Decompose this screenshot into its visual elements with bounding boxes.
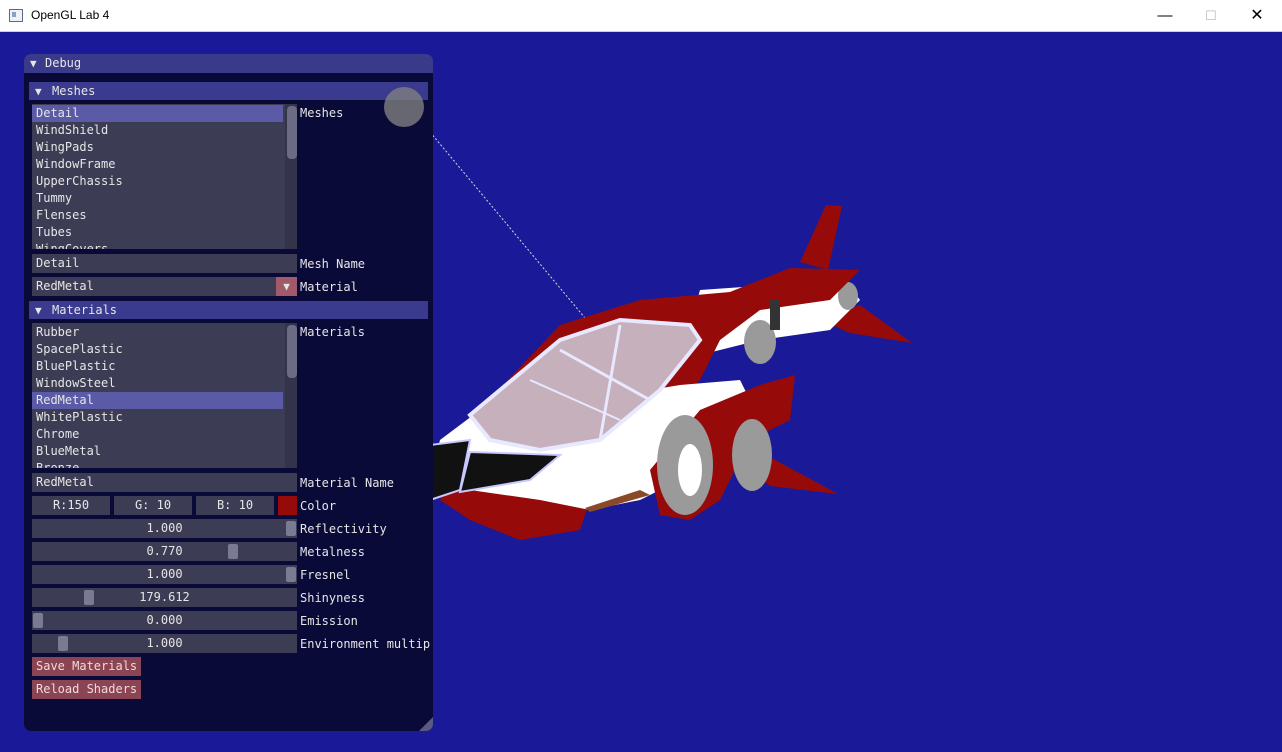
color-r-input[interactable]: R:150: [32, 496, 110, 515]
debug-panel-title[interactable]: ▼ Debug: [24, 54, 433, 73]
collapse-triangle-icon[interactable]: ▼: [35, 304, 42, 317]
mesh-item[interactable]: Flenses: [32, 207, 283, 224]
materials-listbox[interactable]: Rubber SpacePlastic BluePlastic WindowSt…: [32, 323, 297, 468]
material-item[interactable]: WindowSteel: [32, 375, 283, 392]
material-item[interactable]: WhitePlastic: [32, 409, 283, 426]
mesh-item[interactable]: UpperChassis: [32, 173, 283, 190]
color-g-input[interactable]: G: 10: [114, 496, 192, 515]
mesh-item[interactable]: WindowFrame: [32, 156, 283, 173]
slider-grab[interactable]: [286, 521, 296, 536]
slider-value: 1.000: [146, 567, 183, 581]
slider-label: Fresnel: [300, 568, 351, 582]
slider-label: Environment multip: [300, 637, 431, 651]
slider-label: Shinyness: [300, 591, 366, 605]
meshes-header-label: Meshes: [52, 84, 96, 98]
material-combo[interactable]: RedMetal: [32, 277, 297, 296]
material-name-input[interactable]: RedMetal: [32, 473, 297, 492]
material-item[interactable]: BluePlastic: [32, 358, 283, 375]
color-label: Color: [300, 499, 337, 513]
slider-grab[interactable]: [58, 636, 68, 651]
slider-value: 0.770: [146, 544, 183, 558]
slider-label: Emission: [300, 614, 358, 628]
material-item[interactable]: Bronze: [32, 460, 283, 468]
resize-grip[interactable]: [419, 717, 433, 731]
material-item[interactable]: BlueMetal: [32, 443, 283, 460]
spaceship-model: [408, 205, 912, 540]
color-swatch[interactable]: [278, 496, 297, 515]
mesh-item[interactable]: Tubes: [32, 224, 283, 241]
slider-value: 1.000: [146, 636, 183, 650]
slider-1[interactable]: 0.770: [32, 542, 297, 561]
chevron-down-icon[interactable]: ▼: [276, 277, 297, 296]
slider-grab[interactable]: [33, 613, 43, 628]
mesh-item[interactable]: Detail: [32, 105, 283, 122]
materials-section-header[interactable]: ▼ Materials: [29, 301, 428, 319]
materials-scrollbar-thumb[interactable]: [287, 325, 297, 378]
mesh-item[interactable]: WingPads: [32, 139, 283, 156]
slider-2[interactable]: 1.000: [32, 565, 297, 584]
slider-value: 0.000: [146, 613, 183, 627]
mesh-item[interactable]: WingCovers: [32, 241, 283, 249]
slider-value: 1.000: [146, 521, 183, 535]
mesh-name-input[interactable]: Detail: [32, 254, 297, 273]
material-name-label: Material Name: [300, 476, 394, 490]
cursor-indicator: [384, 87, 424, 127]
reload-shaders-button[interactable]: Reload Shaders: [32, 680, 142, 699]
mesh-name-label: Mesh Name: [300, 257, 366, 271]
slider-0[interactable]: 1.000: [32, 519, 297, 538]
slider-grab[interactable]: [286, 567, 296, 582]
mesh-item[interactable]: Tummy: [32, 190, 283, 207]
collapse-triangle-icon[interactable]: ▼: [35, 85, 42, 98]
debug-title-label: Debug: [45, 56, 82, 70]
material-item[interactable]: Rubber: [32, 324, 283, 341]
color-b-input[interactable]: B: 10: [196, 496, 274, 515]
debug-panel[interactable]: ▼ Debug ▼ Meshes Detail WindShield WingP…: [24, 54, 433, 731]
slider-4[interactable]: 0.000: [32, 611, 297, 630]
materials-header-label: Materials: [52, 303, 118, 317]
mesh-item[interactable]: WindShield: [32, 122, 283, 139]
materials-list-label: Materials: [300, 325, 366, 339]
meshes-section-header[interactable]: ▼ Meshes: [29, 82, 428, 100]
meshes-list-label: Meshes: [300, 106, 344, 120]
slider-grab[interactable]: [84, 590, 94, 605]
slider-3[interactable]: 179.612: [32, 588, 297, 607]
save-materials-button[interactable]: Save Materials: [32, 657, 142, 676]
slider-5[interactable]: 1.000: [32, 634, 297, 653]
material-item[interactable]: Chrome: [32, 426, 283, 443]
collapse-triangle-icon[interactable]: ▼: [30, 57, 37, 70]
material-item[interactable]: SpacePlastic: [32, 341, 283, 358]
slider-grab[interactable]: [228, 544, 238, 559]
slider-label: Reflectivity: [300, 522, 387, 536]
slider-value: 179.612: [139, 590, 190, 604]
meshes-listbox[interactable]: Detail WindShield WingPads WindowFrame U…: [32, 104, 297, 249]
material-label: Material: [300, 280, 358, 294]
slider-label: Metalness: [300, 545, 366, 559]
meshes-scrollbar-thumb[interactable]: [287, 106, 297, 159]
material-item[interactable]: RedMetal: [32, 392, 283, 409]
pointer-line: [419, 119, 601, 337]
